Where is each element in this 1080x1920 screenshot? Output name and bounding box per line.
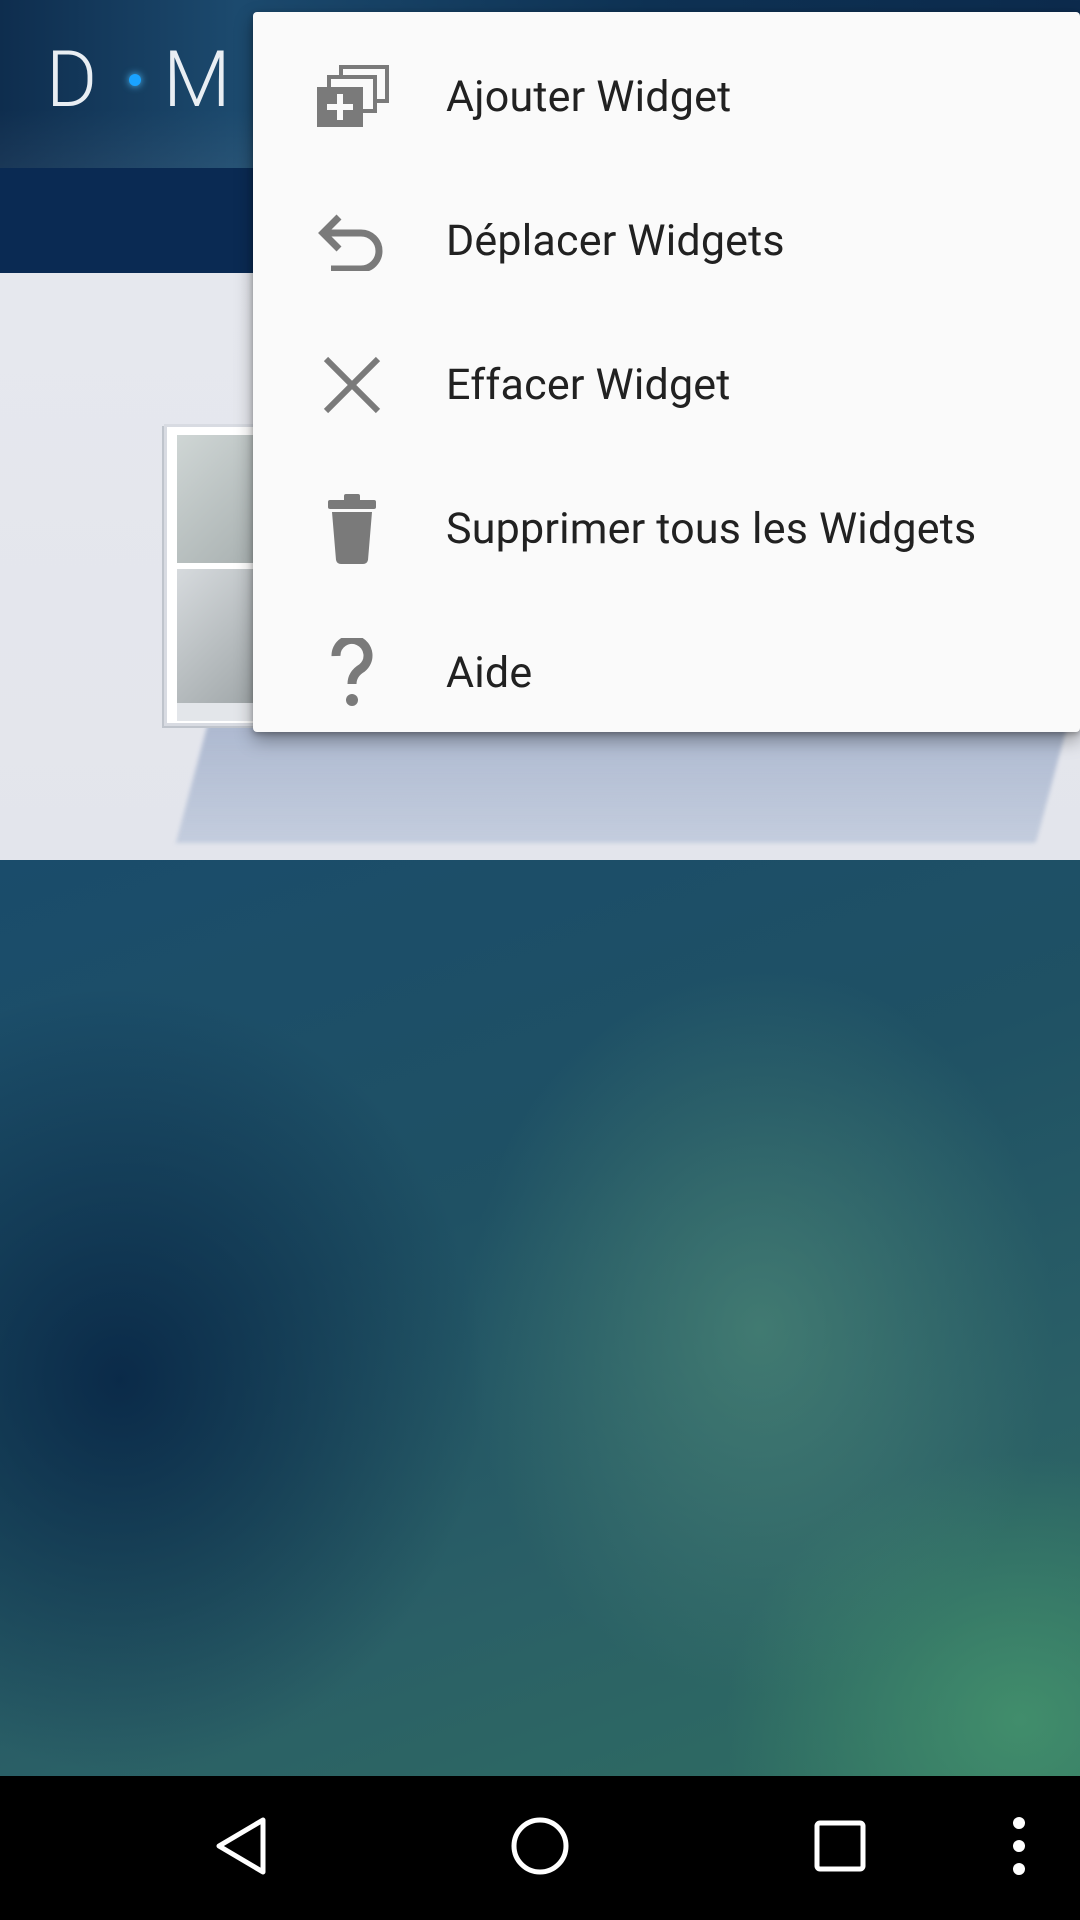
menu-item-label: Supprimer tous les Widgets — [446, 504, 977, 554]
widget-area[interactable] — [0, 860, 1080, 1776]
home-icon — [509, 1815, 571, 1881]
overflow-popup-menu: Ajouter Widget Déplacer Widgets Effacer … — [253, 12, 1080, 732]
overflow-menu-icon — [1012, 1816, 1026, 1880]
help-icon — [315, 636, 389, 710]
close-icon — [315, 348, 389, 422]
system-navigation-bar — [0, 1776, 1080, 1920]
house-3d-model[interactable] — [164, 424, 260, 726]
menu-item-label: Aide — [446, 648, 533, 698]
model-floor — [177, 703, 257, 721]
logo-dot — [129, 74, 142, 86]
recents-icon — [813, 1819, 867, 1877]
trash-icon — [315, 492, 389, 566]
add-widget-icon — [315, 60, 389, 134]
recents-button[interactable] — [770, 1776, 910, 1920]
back-button[interactable] — [171, 1776, 311, 1920]
menu-item-delete-all-widgets[interactable]: Supprimer tous les Widgets — [253, 457, 1080, 601]
menu-item-label: Ajouter Widget — [446, 72, 732, 122]
menu-item-delete-widget[interactable]: Effacer Widget — [253, 313, 1080, 457]
model-room-upper — [177, 435, 257, 563]
menu-item-add-widget[interactable]: Ajouter Widget — [253, 25, 1080, 169]
logo-letter-m: M — [163, 34, 237, 126]
back-icon — [213, 1816, 269, 1880]
app-logo: D M — [46, 35, 237, 126]
home-button[interactable] — [470, 1776, 610, 1920]
undo-arrow-icon — [315, 204, 389, 278]
menu-item-label: Effacer Widget — [446, 360, 731, 410]
logo-letter-d: D — [46, 34, 104, 126]
menu-item-move-widgets[interactable]: Déplacer Widgets — [253, 169, 1080, 313]
model-room-lower — [177, 569, 257, 709]
menu-item-help[interactable]: Aide — [253, 601, 1080, 745]
overflow-menu-button[interactable] — [949, 1776, 1080, 1920]
menu-item-label: Déplacer Widgets — [446, 216, 785, 266]
